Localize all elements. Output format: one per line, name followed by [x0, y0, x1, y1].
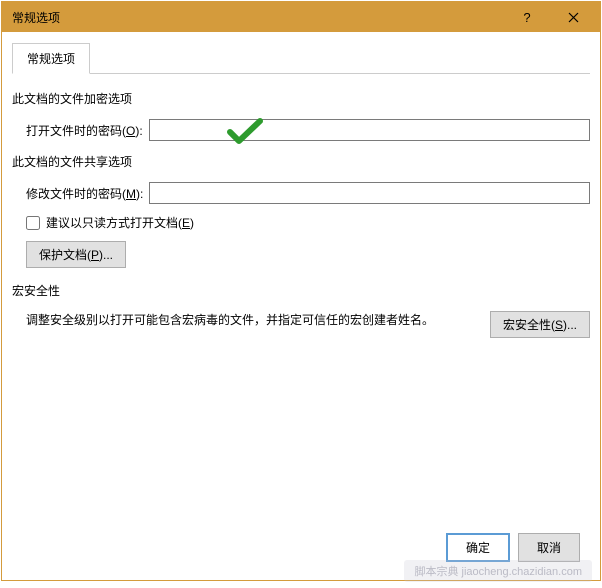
open-password-label: 打开文件时的密码(O):	[26, 122, 143, 139]
readonly-checkbox-label: 建议以只读方式打开文档(E)	[46, 214, 194, 231]
modify-password-row: 修改文件时的密码(M):	[26, 182, 590, 204]
tab-row: 常规选项	[12, 42, 590, 74]
ok-button[interactable]: 确定	[446, 533, 510, 562]
section-encrypt-heading: 此文档的文件加密选项	[12, 90, 590, 107]
macro-description: 调整安全级别以打开可能包含宏病毒的文件，并指定可信任的宏创建者姓名。	[26, 311, 476, 329]
readonly-checkbox[interactable]	[26, 216, 40, 230]
macro-row: 调整安全级别以打开可能包含宏病毒的文件，并指定可信任的宏创建者姓名。 宏安全性(…	[26, 311, 590, 338]
section-macro-heading: 宏安全性	[12, 282, 590, 299]
modify-password-label: 修改文件时的密码(M):	[26, 185, 143, 202]
readonly-checkbox-row[interactable]: 建议以只读方式打开文档(E)	[26, 214, 590, 231]
macro-security-button[interactable]: 宏安全性(S)...	[490, 311, 590, 338]
section-macro: 调整安全级别以打开可能包含宏病毒的文件，并指定可信任的宏创建者姓名。 宏安全性(…	[12, 305, 590, 338]
protect-document-button[interactable]: 保护文档(P)...	[26, 241, 126, 268]
section-share-heading: 此文档的文件共享选项	[12, 153, 590, 170]
close-button[interactable]	[550, 3, 596, 31]
window-title: 常规选项	[12, 9, 504, 26]
dialog-content: 常规选项 此文档的文件加密选项 打开文件时的密码(O): 此文档的文件共享选项 …	[2, 32, 600, 580]
titlebar: 常规选项 ?	[2, 2, 600, 32]
open-password-row: 打开文件时的密码(O):	[26, 119, 590, 141]
cancel-button[interactable]: 取消	[518, 533, 580, 562]
dialog-footer: 确定 取消	[12, 525, 590, 572]
open-password-input[interactable]	[149, 119, 590, 141]
modify-password-input[interactable]	[149, 182, 590, 204]
tab-general[interactable]: 常规选项	[12, 43, 90, 74]
section-encrypt: 打开文件时的密码(O):	[12, 113, 590, 147]
close-icon	[568, 12, 579, 23]
dialog-window: 常规选项 ? 常规选项 此文档的文件加密选项 打开文件时的密码(O): 此文档的…	[1, 1, 601, 581]
help-button[interactable]: ?	[504, 3, 550, 31]
section-share: 修改文件时的密码(M): 建议以只读方式打开文档(E) 保护文档(P)...	[12, 176, 590, 276]
